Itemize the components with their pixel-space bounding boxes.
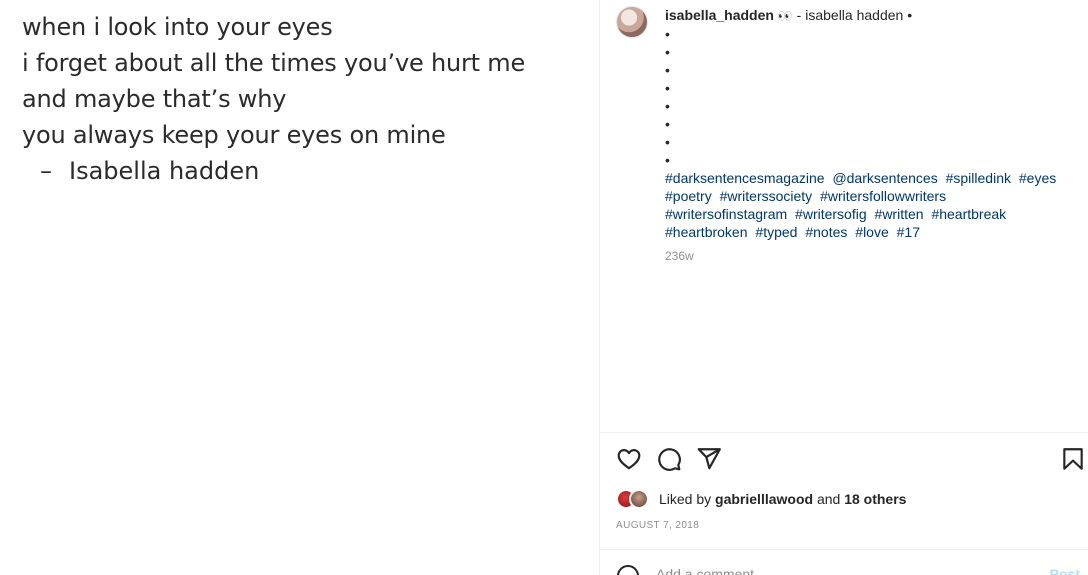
bullet: •	[665, 80, 670, 96]
bullet: •	[665, 134, 670, 150]
emoji-icon[interactable]	[616, 564, 640, 575]
caption-bullets: • • • • • • • •	[665, 25, 1075, 169]
hashtag-link[interactable]: #typed	[755, 224, 797, 240]
comment-input[interactable]	[656, 564, 1016, 575]
bullet: •	[665, 26, 670, 42]
caption-time-ago[interactable]: 236w	[665, 247, 1075, 265]
caption: isabella_hadden 👀 - isabella hadden • • …	[665, 6, 1075, 265]
likes-prefix: Liked by	[659, 491, 712, 507]
bullet: •	[665, 44, 670, 60]
comment-divider	[600, 549, 1088, 550]
signature-name: Isabella hadden	[69, 157, 260, 185]
likes-summary: Liked by gabrielllawood and 18 others	[616, 488, 906, 510]
hashtag-link[interactable]: #spilledink	[946, 170, 1011, 186]
actions-divider	[600, 432, 1088, 433]
bullet: •	[665, 98, 670, 114]
hashtag-link[interactable]: #writersofinstagram	[665, 206, 787, 222]
post-date[interactable]: August 7, 2018	[616, 520, 699, 531]
poem-line: and maybe that’s why	[22, 85, 287, 113]
bullet: •	[665, 62, 670, 78]
hashtag-link[interactable]: #notes	[805, 224, 847, 240]
heart-icon	[617, 449, 641, 470]
hashtag-link[interactable]: #darksentencesmagazine	[665, 170, 825, 186]
hashtag-link[interactable]: #love	[855, 224, 888, 240]
paper-plane-icon	[697, 448, 721, 470]
poem-signature: – Isabella hadden	[22, 153, 525, 189]
post-actions	[616, 446, 1084, 472]
poem-line: when i look into your eyes	[22, 13, 333, 41]
post-details-panel: isabella_hadden 👀 - isabella hadden • • …	[600, 0, 1088, 575]
comment-button[interactable]	[656, 446, 682, 472]
avatar[interactable]	[616, 6, 648, 38]
likes-others-link[interactable]: 18 others	[844, 491, 906, 507]
hashtag-link[interactable]: #writerssociety	[720, 188, 813, 204]
hashtag-link[interactable]: #writersofig	[795, 206, 867, 222]
comment-bubble-icon	[658, 448, 681, 471]
likes-middle: and	[816, 491, 841, 507]
avatar[interactable]	[629, 489, 649, 509]
liker-username[interactable]: gabrielllawood	[715, 491, 813, 507]
hashtag-link[interactable]: #written	[875, 206, 924, 222]
hashtags: #darksentencesmagazine @darksentences #s…	[665, 169, 1075, 241]
signature-dash: –	[40, 157, 52, 185]
bullet: •	[665, 116, 670, 132]
caption-text: - isabella hadden •	[792, 7, 913, 23]
hashtag-link[interactable]: #heartbreak	[931, 206, 1006, 222]
save-button[interactable]	[1060, 446, 1086, 472]
like-button[interactable]	[616, 446, 642, 472]
add-comment-row: Post	[616, 562, 1084, 575]
post-image: when i look into your eyes i forget abou…	[0, 0, 599, 575]
poem-line: i forget about all the times you’ve hurt…	[22, 49, 526, 77]
hashtag-link[interactable]: #eyes	[1019, 170, 1056, 186]
bookmark-icon	[1063, 448, 1083, 470]
poem-text: when i look into your eyes i forget abou…	[22, 9, 525, 189]
bullet: •	[665, 152, 670, 168]
caption-username[interactable]: isabella_hadden	[665, 7, 774, 23]
eyes-emoji-icon: 👀	[777, 9, 793, 23]
mention-link[interactable]: @darksentences	[832, 170, 937, 186]
share-button[interactable]	[696, 446, 722, 472]
hashtag-link[interactable]: #heartbroken	[665, 224, 748, 240]
liker-avatars	[616, 488, 654, 510]
poem-line: you always keep your eyes on mine	[22, 121, 446, 149]
hashtag-link[interactable]: #17	[897, 224, 920, 240]
hashtag-link[interactable]: #writersfollowwriters	[820, 188, 946, 204]
hashtag-link[interactable]: #poetry	[665, 188, 712, 204]
post-comment-button[interactable]: Post	[1050, 566, 1080, 575]
